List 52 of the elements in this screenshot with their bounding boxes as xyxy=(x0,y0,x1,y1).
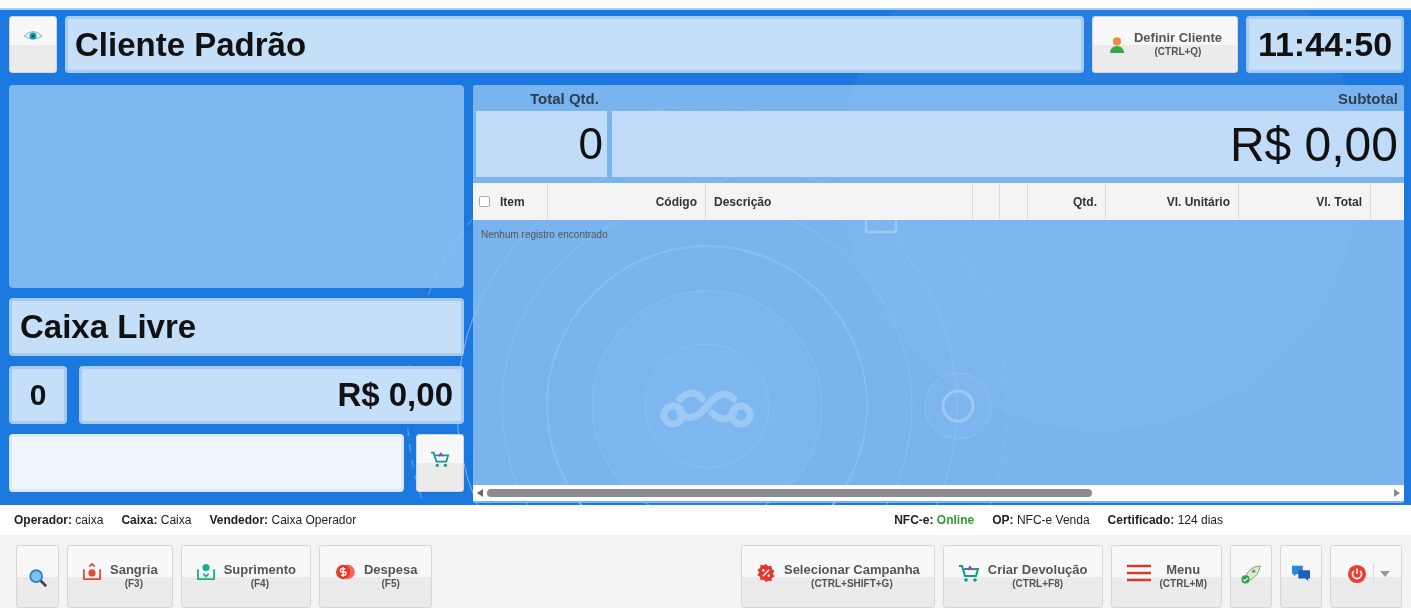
column-header[interactable]: Item xyxy=(500,194,525,209)
select-all-checkbox[interactable] xyxy=(479,196,490,207)
cart-icon xyxy=(430,450,451,468)
clock: 11:44:50 xyxy=(1257,25,1393,64)
customer-name: Cliente Padrão xyxy=(65,16,1084,73)
toolbar-button[interactable]: Criar Devolução (CTRL+F8) xyxy=(942,545,1103,608)
column-header[interactable]: Qtd. xyxy=(1073,194,1097,209)
total-quantity-label: Total Qtd. xyxy=(530,89,599,107)
total-quantity: 0 xyxy=(476,111,607,177)
toolbar-button[interactable]: Despesa (F5) xyxy=(318,545,433,608)
status-item: NFC-e: Online xyxy=(894,513,975,527)
code-input-field[interactable] xyxy=(9,434,405,492)
column-header[interactable]: Vl. Unitário xyxy=(1166,194,1230,209)
sale-status: Caixa Livre xyxy=(9,298,464,356)
rocket-button[interactable] xyxy=(1230,545,1272,608)
cash-out-icon xyxy=(82,563,102,581)
status-item: Operador: caixa xyxy=(14,513,104,527)
caret-icon xyxy=(1379,571,1390,577)
status-item: OP: NFC-e Venda xyxy=(992,513,1090,527)
cart-icon xyxy=(957,563,980,583)
status-item: Caixa: Caixa xyxy=(121,513,192,527)
column-header[interactable]: Vl. Total xyxy=(1316,194,1362,209)
column-header[interactable]: Código xyxy=(655,194,697,209)
subtotal-value: R$ 0,00 xyxy=(612,111,1404,177)
status-item: Certificado: 124 dias xyxy=(1107,513,1223,527)
empty-message: Nenhum registro encontrado xyxy=(480,228,609,240)
coins-icon xyxy=(333,563,356,581)
chat-icon xyxy=(1291,564,1311,582)
power-icon xyxy=(1346,564,1367,584)
toolbar-button[interactable]: Menu (CTRL+M) xyxy=(1110,545,1222,608)
search-button[interactable] xyxy=(16,545,59,608)
discount-badge-icon xyxy=(755,563,776,583)
person-icon xyxy=(1107,35,1126,54)
item-count: 0 xyxy=(9,366,67,424)
status-item: Vendedor: Caixa Operador xyxy=(209,513,357,527)
column-header[interactable]: Descrição xyxy=(714,194,772,209)
define-customer-button[interactable]: Definir Cliente (CTRL+Q) xyxy=(1092,16,1238,73)
subtotal-label: Subtotal xyxy=(1338,89,1398,107)
menu-icon xyxy=(1125,563,1152,583)
cash-in-icon xyxy=(195,563,216,581)
item-total: R$ 0,00 xyxy=(79,366,464,424)
chat-button[interactable] xyxy=(1280,545,1322,608)
scrollbar[interactable] xyxy=(473,485,1404,501)
rocket-check-icon xyxy=(1240,564,1262,584)
toolbar-button[interactable]: Selecionar Campanha (CTRL+SHIFT+G) xyxy=(740,545,935,608)
search-icon xyxy=(27,568,48,588)
power-button[interactable] xyxy=(1330,545,1402,608)
toolbar-button[interactable]: Sangria (F3) xyxy=(67,545,173,608)
toolbar-button[interactable]: Suprimento (F4) xyxy=(180,545,311,608)
cart-button[interactable] xyxy=(416,434,464,492)
visibility-button[interactable] xyxy=(9,16,57,73)
eye-icon xyxy=(23,30,43,42)
